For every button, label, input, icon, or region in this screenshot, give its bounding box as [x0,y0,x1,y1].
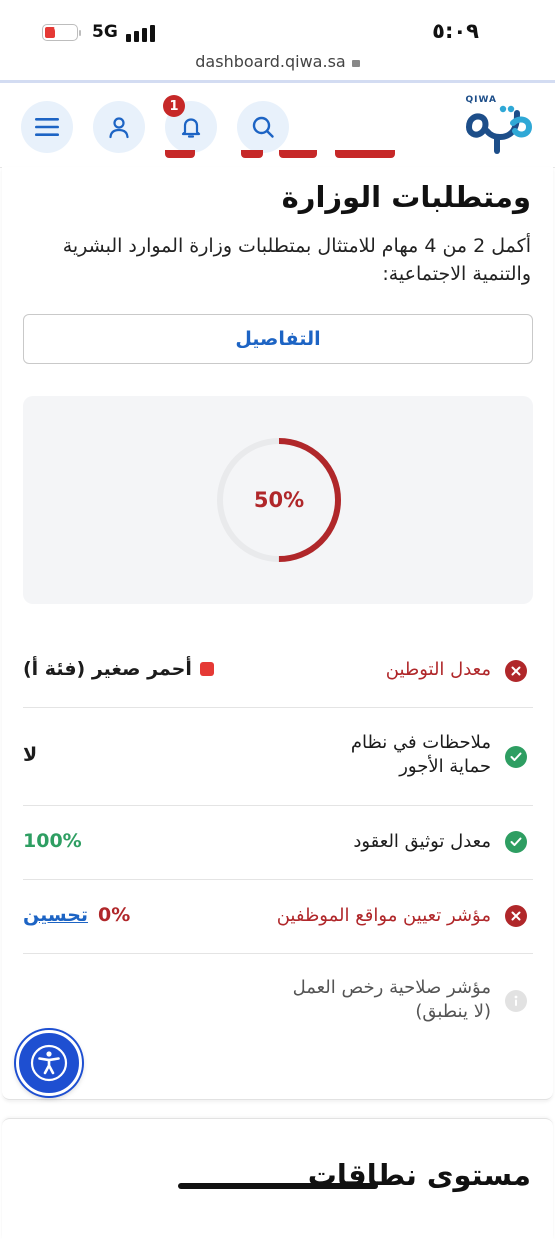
compliance-description: أكمل 2 من 4 مهام للامتثال بمتطلبات وزارة… [62,235,531,285]
row-value: لا [23,744,38,766]
notifications-button[interactable]: 1 [163,95,217,153]
progress-donut: 50% [215,436,343,564]
qiwa-logo[interactable]: QIWA [463,95,535,155]
bell-icon [181,118,201,138]
list-item-wage-protection: ملاحظات في نظام حماية الأجور لا [23,708,533,806]
search-icon [252,116,274,138]
compliance-heading: ومتطلبات الوزارة [281,180,531,214]
details-button[interactable]: التفاصيل [23,314,533,364]
battery-percent: ٢٠ [53,26,67,37]
list-item-contract-authentication: معدل توثيق العقود 100% [23,806,533,880]
progress-percent: 50% [253,488,305,512]
row-label: ملاحظات في نظام حماية الأجور [350,732,491,777]
lock-icon [351,60,360,67]
accessibility-button[interactable] [16,1030,82,1096]
hamburger-icon [35,118,59,136]
list-item-saudization: معدل التوطين أحمر صغير (فئة أ) [23,636,533,708]
signal-icon [126,24,158,42]
cut-off-title-fragment [155,150,395,164]
list-item-work-permit: مؤشر صلاحية رخص العمل (لا ينطبق) [23,954,533,1046]
fail-icon [505,660,527,682]
search-button[interactable] [237,101,289,153]
list-item-employee-location: مؤشر تعيين مواقع الموظفين 0% تحسين [23,880,533,954]
accessibility-icon [30,1044,68,1082]
menu-button[interactable] [21,101,73,153]
progress-panel: 50% [23,396,533,604]
row-label: معدل توثيق العقود [353,831,491,852]
row-value: 100% [23,830,82,852]
user-icon [109,117,129,139]
nitaqat-value: أحمر صغير (فئة أ) [23,658,214,680]
improve-link[interactable]: تحسين [23,904,88,926]
network-type: 5G [92,22,118,42]
status-bar: ٢٠ 5G ٥:٠٩ [0,0,555,60]
row-label: معدل التوطين [385,659,491,680]
home-indicator [178,1183,378,1189]
battery-icon: ٢٠ [42,24,81,41]
status-clock: ٥:٠٩ [432,19,479,43]
status-dot [199,662,214,676]
profile-button[interactable] [93,101,145,153]
url-text: dashboard.qiwa.sa [195,52,346,71]
notification-badge: 1 [163,95,185,117]
check-icon [505,746,527,768]
row-label: مؤشر تعيين مواقع الموظفين [276,905,491,926]
info-icon [505,990,527,1012]
address-bar[interactable]: dashboard.qiwa.sa [0,52,555,80]
check-icon [505,831,527,853]
fail-icon [505,905,527,927]
logo-latin-text: QIWA [465,95,497,105]
row-value: 0% [98,904,131,926]
row-label: مؤشر صلاحية رخص العمل (لا ينطبق) [292,977,491,1022]
